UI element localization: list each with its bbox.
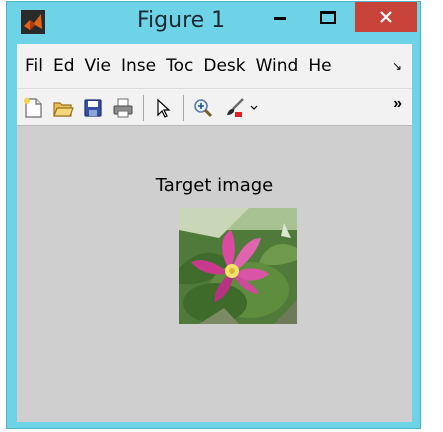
select-arrow-icon — [157, 98, 171, 118]
open-file-button[interactable] — [49, 94, 77, 122]
matlab-logo-icon — [21, 10, 45, 34]
close-icon — [380, 11, 392, 23]
maximize-icon — [320, 10, 336, 24]
menu-overflow-icon[interactable]: ↘ — [392, 59, 402, 73]
brush-button[interactable] — [221, 94, 249, 122]
new-figure-icon — [24, 98, 42, 118]
brush-dropdown-button[interactable] — [247, 94, 261, 122]
select-tool-button[interactable] — [149, 94, 177, 122]
menu-insert[interactable]: Inse — [121, 56, 156, 76]
menu-window[interactable]: Wind — [256, 56, 299, 76]
menu-desktop[interactable]: Desk — [203, 56, 245, 76]
new-figure-button[interactable] — [19, 94, 47, 122]
menu-help[interactable]: He — [308, 56, 331, 76]
minimize-icon — [274, 16, 286, 20]
save-button[interactable] — [79, 94, 107, 122]
minimize-button[interactable] — [257, 2, 303, 32]
menu-bar: Fil Ed Vie Inse Toc Desk Wind He ↘ — [17, 44, 412, 88]
figure-canvas: Target image — [17, 127, 412, 422]
brush-icon — [227, 98, 244, 117]
title-bar[interactable]: Figure 1 — [7, 2, 420, 42]
toolbar-separator — [183, 95, 184, 121]
menu-view[interactable]: Vie — [85, 56, 111, 76]
save-icon — [84, 99, 102, 117]
maximize-button[interactable] — [305, 2, 351, 32]
zoom-in-icon — [194, 99, 213, 118]
close-button[interactable] — [355, 2, 417, 32]
window-title: Figure 1 — [137, 8, 226, 33]
menu-tools[interactable]: Toc — [166, 56, 193, 76]
toolbar-overflow-icon[interactable]: » — [393, 95, 402, 113]
figure-toolbar: » — [17, 88, 412, 126]
figure-client-area: Fil Ed Vie Inse Toc Desk Wind He ↘ » Tar… — [17, 44, 412, 422]
target-image — [179, 208, 297, 324]
open-file-icon — [53, 102, 74, 117]
figure-window: Figure 1 Fil Ed Vie Inse Toc Desk Wind H… — [6, 1, 421, 429]
menu-edit[interactable]: Ed — [53, 56, 75, 76]
print-icon — [113, 98, 133, 118]
axes-title: Target image — [155, 175, 274, 196]
zoom-in-button[interactable] — [189, 94, 217, 122]
menu-file[interactable]: Fil — [25, 56, 43, 76]
toolbar-separator — [143, 95, 144, 121]
print-button[interactable] — [109, 94, 137, 122]
chevron-down-icon — [250, 105, 258, 110]
